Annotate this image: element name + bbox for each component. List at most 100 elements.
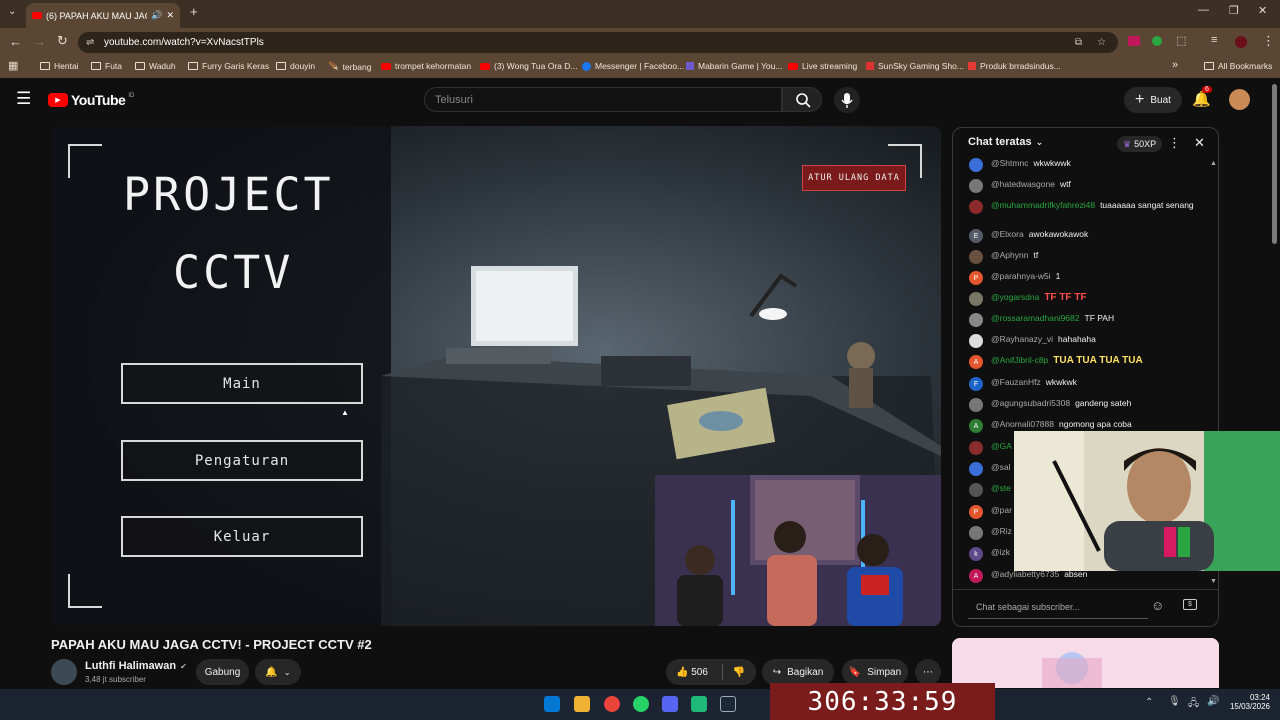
share-button[interactable]: ↪ Bagikan xyxy=(762,659,834,685)
chat-author[interactable]: @Rayhanazy_vi xyxy=(991,334,1053,344)
network-icon[interactable]: 🖧 xyxy=(1188,696,1199,713)
tab-close-icon[interactable]: ✕ xyxy=(166,10,174,21)
profile-avatar[interactable] xyxy=(1235,36,1247,48)
tray-chevron-icon[interactable]: ⌃ xyxy=(1145,697,1153,708)
voice-search-button[interactable] xyxy=(834,87,860,113)
scroll-up-icon[interactable]: ▲ xyxy=(1210,160,1217,167)
chat-avatar[interactable]: P xyxy=(969,505,983,519)
game-play-button[interactable]: Main xyxy=(121,363,363,404)
app-icon[interactable] xyxy=(691,696,707,712)
chat-author[interactable]: @par xyxy=(991,505,1012,515)
all-bookmarks[interactable]: All Bookmarks xyxy=(1204,61,1272,71)
forward-icon[interactable]: → xyxy=(33,34,46,49)
subscribed-bell-button[interactable]: 🔔 ⌄ xyxy=(255,659,301,685)
youtube-logo[interactable]: ▶ YouTube ID xyxy=(48,92,134,108)
volume-icon[interactable]: 🔊 xyxy=(1207,696,1219,707)
extensions-puzzle-icon[interactable]: ⬚ xyxy=(1176,34,1186,47)
join-button[interactable]: Gabung xyxy=(196,659,249,685)
chat-menu-icon[interactable]: ⋮ xyxy=(1168,135,1181,151)
video-player[interactable]: PROJECT CCTV ATUR ULANG DATA Main Pengat… xyxy=(51,126,941,626)
audio-icon[interactable]: 🔊 xyxy=(151,10,162,21)
chat-message[interactable]: @Rayhanazy_vi hahahaha xyxy=(969,334,1205,348)
chat-author[interactable]: @ste xyxy=(991,483,1011,493)
extension-icon[interactable] xyxy=(1128,36,1140,46)
chat-avatar[interactable] xyxy=(969,441,983,455)
more-actions-button[interactable]: ⋯ xyxy=(915,659,941,685)
browser-tab[interactable]: (6) PAPAH AKU MAU JAGA C 🔊 ✕ xyxy=(26,3,180,28)
chat-avatar[interactable] xyxy=(969,250,983,264)
tab-search-icon[interactable]: ⌄ xyxy=(8,6,16,17)
chat-author[interactable]: @FauzanHfz xyxy=(991,377,1041,387)
chat-author[interactable]: @sal xyxy=(991,462,1011,472)
chat-avatar[interactable] xyxy=(969,158,983,172)
chat-author[interactable]: @Aphynn xyxy=(991,250,1028,260)
chat-avatar[interactable] xyxy=(969,334,983,348)
discord-icon[interactable] xyxy=(662,696,678,712)
channel-name[interactable]: Luthfi Halimawan ✔ xyxy=(85,660,187,672)
chat-author[interactable]: @hatedwasgone xyxy=(991,179,1055,189)
chat-avatar[interactable] xyxy=(969,313,983,327)
bookmark-item[interactable]: Messenger | Faceboo... xyxy=(582,61,684,71)
save-button[interactable]: 🔖 Simpan xyxy=(842,659,908,685)
chrome-icon[interactable] xyxy=(604,696,620,712)
media-icon[interactable]: ≡ xyxy=(1211,34,1217,46)
hamburger-menu-icon[interactable]: ☰ xyxy=(16,89,31,109)
bookmark-item[interactable]: Mabarin Game | You... xyxy=(686,61,782,71)
chat-author[interactable]: @yogarsdna xyxy=(991,292,1039,302)
more-bookmarks-icon[interactable]: » xyxy=(1172,59,1178,71)
bookmark-star-icon[interactable]: ☆ xyxy=(1097,37,1106,48)
bookmark-item[interactable]: Live streaming xyxy=(788,61,857,71)
file-explorer-icon[interactable] xyxy=(574,696,590,712)
bookmark-item[interactable]: trompet kehormatan xyxy=(381,61,471,71)
user-avatar[interactable] xyxy=(1229,89,1250,110)
restore-icon[interactable]: ❐ xyxy=(1229,4,1239,17)
reload-icon[interactable]: ↻ xyxy=(57,33,68,49)
chat-message[interactable]: @yogarsdna TF TF TF xyxy=(969,292,1205,306)
bookmark-item[interactable]: Hentai xyxy=(40,61,79,71)
chat-author[interactable]: @muhammadrifkyfahrezi48 xyxy=(991,200,1095,210)
new-tab-icon[interactable]: + xyxy=(190,4,198,19)
chat-avatar[interactable] xyxy=(969,179,983,193)
bookmark-item[interactable]: (3) Wong Tua Ora D... xyxy=(480,61,577,71)
chat-author[interactable]: @Shtmnc xyxy=(991,158,1028,168)
chat-avatar[interactable]: E xyxy=(969,229,983,243)
bookmark-item[interactable]: douyin xyxy=(276,61,315,71)
chat-avatar[interactable]: F xyxy=(969,377,983,391)
search-input[interactable]: Telusuri xyxy=(424,87,782,112)
apps-grid-icon[interactable]: ▦ xyxy=(8,59,18,72)
scroll-down-icon[interactable]: ▼ xyxy=(1210,578,1217,585)
chat-message[interactable]: F @FauzanHfz wkwkwk xyxy=(969,377,1205,391)
super-chat-icon[interactable]: $ xyxy=(1183,599,1197,610)
chat-message[interactable]: @Shtmnc wkwkwwk xyxy=(969,158,1205,172)
chat-avatar[interactable] xyxy=(969,526,983,540)
chat-message[interactable]: E @Elxora awokawokawok xyxy=(969,229,1205,243)
chat-author[interactable]: @Anomali07888 xyxy=(991,419,1054,429)
bookmark-item[interactable]: 🪶 terbang xyxy=(328,61,371,72)
bookmark-item[interactable]: Waduh xyxy=(135,61,176,71)
close-window-icon[interactable]: ✕ xyxy=(1258,4,1267,17)
steam-icon[interactable] xyxy=(720,696,736,712)
site-info-icon[interactable]: ⇌ xyxy=(86,37,94,48)
chat-input[interactable]: Chat sebagai subscriber... xyxy=(968,595,1148,619)
channel-avatar[interactable] xyxy=(51,659,77,685)
chat-message[interactable]: A @adyliabetty6735 absen xyxy=(969,569,1205,583)
bookmark-item[interactable]: Furry Garis Keras xyxy=(188,61,269,71)
reset-data-button[interactable]: ATUR ULANG DATA xyxy=(802,165,906,191)
chat-author[interactable]: @Elxora xyxy=(991,229,1024,239)
whatsapp-icon[interactable] xyxy=(633,696,649,712)
chat-message[interactable]: A @AnifJibril-c8p TUA TUA TUA TUA xyxy=(969,355,1205,369)
menu-kebab-icon[interactable]: ⋮ xyxy=(1262,33,1275,49)
create-button[interactable]: + Buat xyxy=(1124,87,1182,113)
windows-start-icon[interactable] xyxy=(544,696,560,712)
extension-2-icon[interactable] xyxy=(1152,36,1162,46)
chat-avatar[interactable]: A xyxy=(969,569,983,583)
chat-author[interactable]: @agungsubadri5308 xyxy=(991,398,1070,408)
chat-avatar[interactable] xyxy=(969,398,983,412)
chat-message[interactable]: @agungsubadri5308 gandeng sateh xyxy=(969,398,1205,412)
chat-avatar[interactable]: k xyxy=(969,547,983,561)
chat-message[interactable]: P @parahnya-w5i 1 xyxy=(969,271,1205,285)
mic-tray-icon[interactable]: 🎙 xyxy=(1168,696,1181,707)
chat-author[interactable]: @Riz xyxy=(991,526,1012,536)
chat-mode-selector[interactable]: Chat teratas ⌄ xyxy=(968,136,1043,148)
chat-message[interactable]: @hatedwasgone wtf xyxy=(969,179,1205,193)
